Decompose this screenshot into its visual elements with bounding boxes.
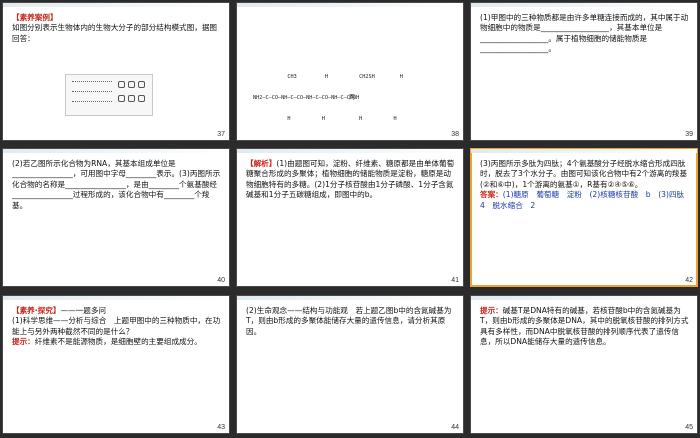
- slide-thumbnail-44[interactable]: (2)生命观念——结构与功能观 若上题乙图b中的含氮碱基为T，则由b形成的多聚体…: [236, 295, 464, 434]
- slide-body: 提示：碱基T是DNA特有的碱基，若核苷酸b中的含氮碱基为T，则由b形成的多聚体是…: [480, 306, 689, 348]
- slide-body: (2)生命观念——结构与功能观 若上题乙图b中的含氮碱基为T，则由b形成的多聚体…: [246, 306, 455, 337]
- slide-number: 44: [451, 424, 459, 431]
- slide-text: (3)丙图所示多肽为四肽；4个氨基酸分子经脱水缩合形成四肽时，脱去了3个水分子。…: [480, 159, 688, 189]
- formula-bottom-line: H H H H: [253, 116, 397, 122]
- formula-label: 丙: [349, 94, 356, 101]
- hint-label: 提示：: [480, 306, 503, 315]
- slide-thumbnail-43[interactable]: 【素养·探究】——一题多问 (1)科学思维——分析与综合 上题甲图中的三种物质中…: [2, 295, 230, 434]
- slide-thumbnail-42[interactable]: (3)丙图所示多肽为四肽；4个氨基酸分子经脱水缩合形成四肽时，脱去了3个水分子。…: [470, 148, 698, 287]
- slide-thumbnail-45[interactable]: 提示：碱基T是DNA特有的碱基，若核苷酸b中的含氮碱基为T，则由b形成的多聚体是…: [470, 295, 698, 434]
- slide-thumbnail-40[interactable]: (2)若乙图所示化合物为RNA，其基本组成单位是________________…: [2, 148, 230, 287]
- slide-number: 41: [451, 277, 459, 284]
- slide-thumbnail-37[interactable]: 【素养案例】 如图分别表示生物体内的生物大分子的部分结构模式图，据图回答： 37: [2, 2, 230, 141]
- slide-body: 【素养案例】 如图分别表示生物体内的生物大分子的部分结构模式图，据图回答：: [12, 13, 221, 44]
- slide-thumbnail-39[interactable]: (1)甲图中的三种物质都是由许多单糖连接而成的，其中属于动物细胞中的物质是___…: [470, 2, 698, 141]
- slide-body: 【素养·探究】——一题多问 (1)科学思维——分析与综合 上题甲图中的三种物质中…: [12, 306, 221, 348]
- slide-title-rest: ——一题多问: [60, 306, 107, 315]
- slide-number: 40: [217, 277, 225, 284]
- hint-text: 碱基T是DNA特有的碱基，若核苷酸b中的含氮碱基为T，则由b形成的多聚体是DNA…: [480, 306, 689, 347]
- slide-text: (1)由题图可知，淀粉、纤维素、糖原都是由单体葡萄糖聚合形成的多聚体；植物细胞的…: [246, 159, 455, 200]
- analysis-label: 【解析】: [246, 159, 277, 168]
- structure-diagram-image: [65, 74, 153, 116]
- formula-top-line: CH3 H CH2SH H: [253, 74, 403, 80]
- slide-number: 37: [217, 131, 225, 138]
- slide-number: 45: [685, 424, 693, 431]
- slide-body: 【解析】(1)由题图可知，淀粉、纤维素、糖原都是由单体葡萄糖聚合形成的多聚体；植…: [246, 159, 455, 201]
- slide-text: (1)甲图中的三种物质都是由许多单糖连接而成的，其中属于动物细胞中的物质是___…: [480, 13, 689, 54]
- slide-text: (2)若乙图所示化合物为RNA，其基本组成单位是________________…: [12, 159, 221, 210]
- slide-text: (2)生命观念——结构与功能观 若上题乙图b中的含氮碱基为T，则由b形成的多聚体…: [246, 306, 452, 336]
- slide-thumbnail-41[interactable]: 【解析】(1)由题图可知，淀粉、纤维素、糖原都是由单体葡萄糖聚合形成的多聚体；植…: [236, 148, 464, 287]
- answer-label: 答案：: [480, 190, 503, 200]
- slide-number: 38: [451, 131, 459, 138]
- slide-title: 【素养案例】: [12, 13, 58, 22]
- slide-body: (3)丙图所示多肽为四肽；4个氨基酸分子经脱水缩合形成四肽时，脱去了3个水分子。…: [480, 159, 692, 211]
- slide-number: 43: [217, 424, 225, 431]
- slide-body: (1)甲图中的三种物质都是由许多单糖连接而成的，其中属于动物细胞中的物质是___…: [480, 13, 689, 55]
- hint-label: 提示：: [12, 337, 35, 347]
- slide-title: 【素养·探究】: [12, 306, 61, 315]
- slide-number: 39: [685, 131, 693, 138]
- hint-text: 纤维素不是能源物质，是细胞壁的主要组成成分。: [34, 337, 202, 347]
- slide-text: (1)科学思维——分析与综合 上题甲图中的三种物质中，在功能上与另外两种截然不同…: [12, 316, 221, 336]
- answer-text: (1)糖原 葡萄糖 淀粉 (2)核糖核苷酸 b (3)四肽 4 脱水缩合 2: [480, 190, 692, 210]
- slide-number: 42: [685, 277, 693, 284]
- peptide-structure-formula: CH3 H CH2SH H NH2—C—CO—NH—C—CO—NH—C—CO—N…: [253, 60, 453, 122]
- slide-text: 如图分别表示生物体内的生物大分子的部分结构模式图，据图回答：: [12, 23, 218, 43]
- slide-body: (2)若乙图所示化合物为RNA，其基本组成单位是________________…: [12, 159, 221, 211]
- slide-thumbnail-38[interactable]: CH3 H CH2SH H NH2—C—CO—NH—C—CO—NH—C—CO—N…: [236, 2, 464, 141]
- slide-sorter-grid: 【素养案例】 如图分别表示生物体内的生物大分子的部分结构模式图，据图回答： 37…: [0, 0, 700, 438]
